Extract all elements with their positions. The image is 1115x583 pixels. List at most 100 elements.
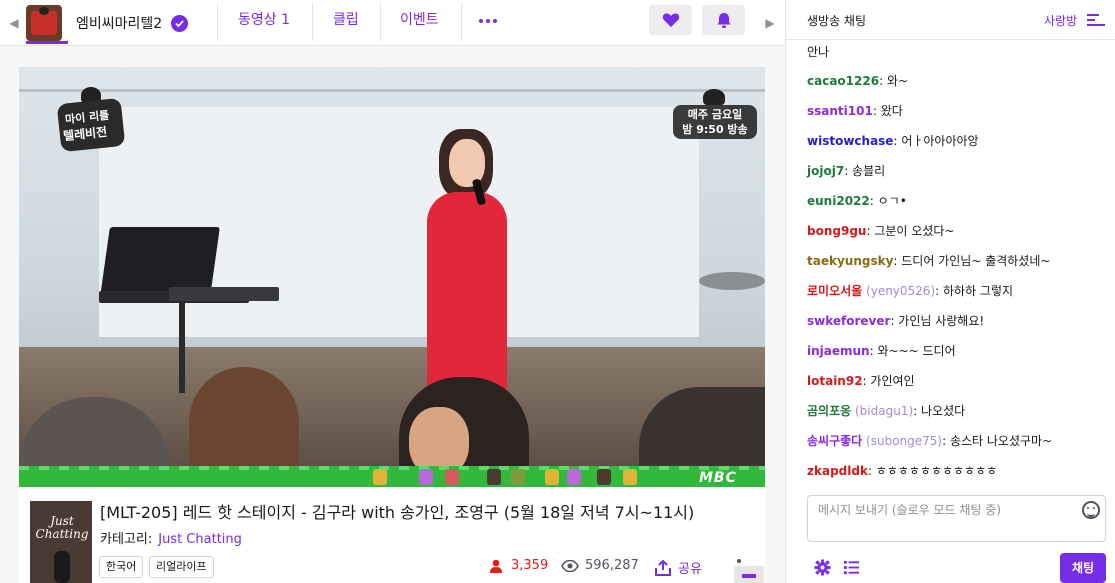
follow-button[interactable] [649, 5, 692, 35]
chat-message: lotain92: 가인여인 [807, 374, 915, 388]
chat-message-list[interactable]: 안나 cacao1226: 와~ ssanti101: 왔다 wistowchase… [786, 40, 1115, 485]
chat-header: 생방송 채팅 사랑방 [786, 0, 1115, 40]
chat-username[interactable]: euni2022 [807, 194, 870, 208]
chat-message-text: 그분이 오셨다~ [874, 224, 955, 238]
tag-korean[interactable]: 한국어 [99, 556, 144, 578]
chat-username[interactable]: cacao1226 [807, 74, 879, 88]
chat-message: taekyungsky: 드디어 가인님~ 출격하셨네~ [807, 254, 1051, 268]
chat-message: 송씨구좋다 (subonge75): 송스타 나오셨구마~ [807, 434, 1053, 448]
chat-username[interactable]: lotain92 [807, 374, 863, 388]
category-thumbnail[interactable]: Just Chatting [30, 501, 92, 583]
person-icon [490, 559, 502, 573]
chat-message: jojoj7: 송블리 [807, 164, 886, 178]
chat-username[interactable]: jojoj7 [807, 164, 844, 178]
robot-mascot-icon [703, 89, 725, 105]
active-tab-indicator [26, 41, 68, 44]
share-button[interactable]: 공유 [655, 558, 702, 577]
chat-username[interactable]: injaemun [807, 344, 870, 358]
nav-right-arrow-icon[interactable]: ▶ [762, 13, 778, 33]
chat-username[interactable]: wistowchase [807, 134, 893, 148]
chat-message-text: 와~ [886, 74, 909, 88]
tab-videos-count: 1 [281, 12, 291, 28]
chat-username[interactable]: taekyungsky [807, 254, 893, 268]
chat-username[interactable]: 로미오서울 [807, 284, 862, 298]
chat-message-text: 와~~~ 드디어 [877, 344, 956, 358]
nav-left-arrow-icon[interactable]: ◀ [6, 13, 22, 33]
chat-message: 곰의포옹 (bidagu1): 나오셨다 [807, 404, 966, 418]
channel-home-link[interactable]: 엠비씨마리텔2 [26, 0, 189, 46]
chat-message-text: 가인님 사랑해요! [898, 314, 985, 328]
tab-events-label: 이벤트 [400, 12, 439, 28]
chat-message-text: 송스타 나오셨구마~ [949, 434, 1053, 448]
tag-irl[interactable]: 리얼라이프 [149, 556, 214, 578]
stream-more-icon[interactable] [737, 559, 741, 563]
chat-message-text: 드디어 가인님~ 출격하셨네~ [901, 254, 1051, 268]
tab-clips[interactable]: 클립 [333, 0, 359, 44]
chat-message-text: 가인여인 [870, 374, 915, 388]
heart-icon [662, 13, 679, 27]
chat-username[interactable]: 곰의포옹 [807, 404, 851, 418]
category-label: 카테고리: [100, 532, 153, 547]
channel-avatar [26, 5, 62, 41]
show-logo: 마이 리틀 텔레비전 [56, 87, 126, 153]
chat-username[interactable]: ssanti101 [807, 104, 873, 118]
gear-icon[interactable] [814, 559, 831, 576]
total-views: 596,287 [561, 558, 639, 573]
chat-title: 생방송 채팅 [807, 14, 867, 28]
viewer-count: 3,359 [489, 558, 548, 573]
chat-input-box[interactable] [807, 495, 1106, 542]
scroll-to-top-button[interactable] [734, 566, 764, 583]
emoji-icon[interactable] [1082, 501, 1100, 519]
stream-info-panel: Just Chatting [MLT-205] 레드 핫 스테이지 - 김구라 … [19, 487, 765, 583]
share-icon [655, 559, 671, 576]
more-options-icon[interactable] [479, 12, 497, 30]
chat-username[interactable]: zkapdldk [807, 464, 868, 478]
chat-message-text: 송블리 [852, 164, 886, 178]
app: ◀ 엠비씨마리텔2 동영상 1 클립 이벤트 ▶ 마이 리틀 텔레비전 매주 금… [0, 0, 1115, 583]
tab-videos-label: 동영상 [238, 12, 277, 28]
chat-message: 로미오서울 (yeny0526): 하하하 그렇지 [807, 284, 1014, 298]
chat-message-text: 어ㅏ아아아아앙 [901, 134, 979, 148]
tab-clips-label: 클립 [333, 12, 359, 28]
category-row: 카테고리: Just Chatting [100, 528, 242, 547]
chat-message: cacao1226: 와~ [807, 74, 909, 88]
singer [427, 192, 507, 402]
chat-user-id: (yeny0526) [866, 284, 936, 298]
tab-videos[interactable]: 동영상 1 [238, 0, 290, 44]
chat-message-text: 하하하 그렇지 [942, 284, 1014, 298]
notification-button[interactable] [702, 5, 745, 35]
stream-title: [MLT-205] 레드 핫 스테이지 - 김구라 with 송가인, 조영구 … [100, 503, 695, 522]
chat-username[interactable]: bong9gu [807, 224, 866, 238]
chat-message-text: 나오셨다 [921, 404, 966, 418]
chat-user-id: (subonge75) [866, 434, 943, 448]
viewer-list-icon[interactable] [843, 559, 860, 576]
channel-name: 엠비씨마리텔2 [76, 16, 163, 32]
eye-icon [561, 559, 579, 572]
chat-message-input[interactable] [818, 503, 1078, 517]
channel-nav-bar: ◀ 엠비씨마리텔2 동영상 1 클립 이벤트 ▶ [0, 0, 785, 46]
verified-badge-icon [171, 14, 189, 32]
tab-events[interactable]: 이벤트 [400, 0, 439, 44]
bell-icon [717, 12, 730, 28]
chat-message: euni2022: ㅇㄱ• [807, 194, 907, 208]
chat-username[interactable]: swkeforever [807, 314, 890, 328]
chat-message-text: ㅇㄱ• [877, 194, 907, 208]
category-link[interactable]: Just Chatting [158, 532, 242, 547]
video-player[interactable]: 마이 리틀 텔레비전 매주 금요일 밤 9:50 방송 MBC [19, 67, 765, 487]
chat-message: zkapdldk: ㅎㅎㅎㅎㅎㅎㅎㅎㅎㅎㅎ [807, 464, 998, 478]
chat-message: wistowchase: 어ㅏ아아아아앙 [807, 134, 979, 148]
broadcaster-logo: MBC [699, 470, 737, 486]
chat-user-id: (bidagu1) [855, 404, 914, 418]
chat-message: swkeforever: 가인님 사랑해요! [807, 314, 985, 328]
chat-message-text: 왔다 [880, 104, 903, 118]
chat-panel: 생방송 채팅 사랑방 안나 cacao1226: 와~ ssanti101: 왔다… [785, 0, 1115, 583]
chat-username[interactable]: 송씨구좋다 [807, 434, 862, 448]
chat-room-selector[interactable]: 사랑방 [1044, 12, 1077, 29]
keyboard-instrument [169, 287, 279, 301]
chat-message-text: ㅎㅎㅎㅎㅎㅎㅎㅎㅎㅎㅎ [875, 464, 998, 478]
chat-message: ssanti101: 왔다 [807, 104, 903, 118]
chat-message: bong9gu: 그분이 오셨다~ [807, 224, 955, 238]
chat-send-button[interactable]: 채팅 [1060, 553, 1106, 583]
chat-message-fragment: 안나 [807, 45, 830, 59]
chat-room-list-icon[interactable] [1087, 14, 1105, 28]
